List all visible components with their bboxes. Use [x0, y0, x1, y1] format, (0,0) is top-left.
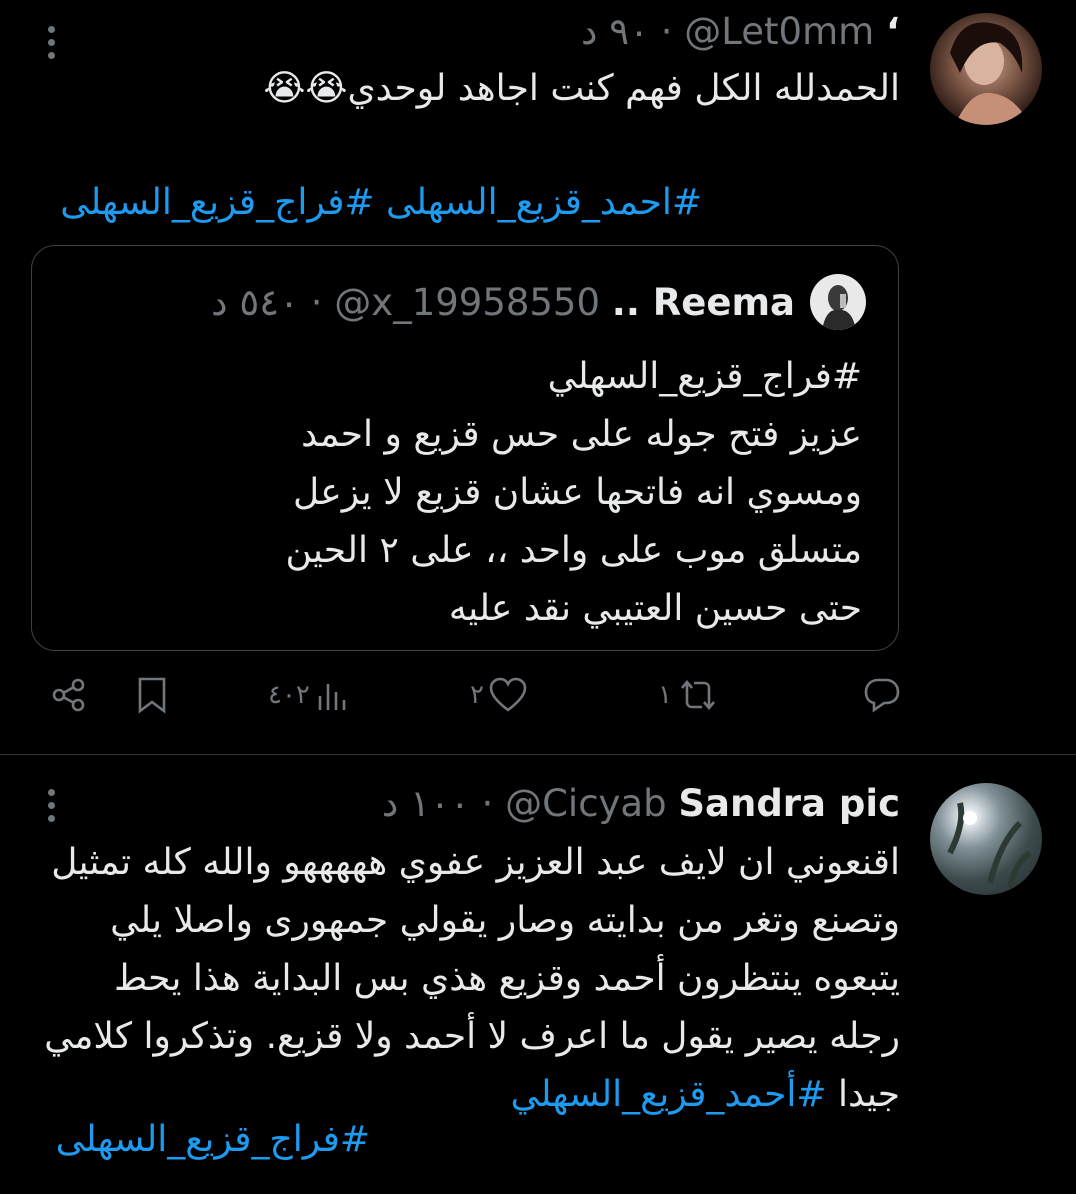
tweet-text-line: رجله يصير يقول ما اعرف لا أحمد ولا قزيع.… — [44, 1016, 900, 1057]
separator-dot: · — [481, 782, 494, 825]
separator-dot: · — [660, 10, 673, 53]
views-count: ٤٠٢ — [268, 680, 310, 710]
author-avatar[interactable] — [930, 783, 1042, 895]
author-name[interactable]: Sandra pic — [678, 782, 900, 825]
views-icon — [318, 684, 346, 710]
quoted-hashtag-link[interactable]: #فراج_قزيع_السهلي — [286, 348, 862, 406]
hashtag-link[interactable]: #فراج_قزيع_السهلى — [56, 1115, 370, 1165]
quoted-text-line: حتى حسين العتيبي نقد عليه — [448, 588, 862, 629]
quoted-tweet-time: ٥٤٠ د — [211, 281, 299, 324]
share-icon — [52, 678, 85, 712]
hashtag-links[interactable]: #احمد_قزيع_السهلى #فراج_قزيع_السهلى — [60, 178, 702, 228]
quoted-tweet-header: Reema .. @x_19958550 · ٥٤٠ د — [211, 281, 795, 325]
tweet-card[interactable]: Sandra pic @Cicyab · ١٠٠ د اقنعوني ان لا… — [0, 755, 1076, 1194]
reply-icon — [864, 678, 900, 713]
tweet-text-line: اقنعوني ان لايف عبد العزيز عفوي هههههو و… — [51, 842, 900, 883]
like-button[interactable]: ٢ — [470, 676, 528, 714]
like-icon — [489, 677, 527, 712]
avatar-photo — [822, 285, 856, 330]
hashtag-link[interactable]: #أحمد_قزيع_السهلي — [511, 1074, 827, 1115]
tweet-text: الحمدلله الكل فهم كنت اجاهد لوحدي😭😭 — [263, 68, 900, 109]
tweet-header: ‘ @Let0mm · ٩٠ د — [581, 10, 900, 54]
tweet-time[interactable]: ٩٠ د — [581, 10, 649, 53]
bookmark-button[interactable] — [134, 676, 170, 714]
reply-button[interactable] — [858, 676, 902, 714]
bookmark-icon — [138, 677, 166, 714]
tweet-text-fragment: جيدا — [826, 1074, 900, 1115]
author-avatar[interactable] — [930, 13, 1042, 125]
tweet-time[interactable]: ١٠٠ د — [382, 782, 470, 825]
author-handle[interactable]: @Cicyab — [505, 782, 667, 825]
quoted-tweet-text: #فراج_قزيع_السهلي عزيز فتح جوله على حس ق… — [286, 348, 862, 638]
author-name[interactable]: ‘ — [886, 10, 900, 53]
quoted-author-name[interactable]: Reema .. — [612, 281, 795, 324]
like-count: ٢ — [470, 680, 484, 710]
quoted-text-line: عزيز فتح جوله على حس قزيع و احمد — [301, 414, 862, 455]
tweet-action-bar: ٤٠٢ ٢ ١ — [0, 676, 1076, 736]
tweet-text: اقنعوني ان لايف عبد العزيز عفوي هههههو و… — [44, 834, 900, 1124]
more-options-icon[interactable] — [48, 26, 58, 65]
separator-dot: · — [310, 281, 323, 324]
quoted-text-line: ومسوي انه فاتحها عشان قزيع لا يزعل — [293, 472, 862, 513]
retweet-button[interactable]: ١ — [658, 676, 720, 714]
retweet-icon — [680, 679, 715, 711]
tweet-text-line: يتبعوه ينتظرون أحمد وقزيع هذي بس البداية… — [113, 958, 900, 999]
avatar-photo — [950, 22, 1030, 125]
retweet-count: ١ — [658, 680, 672, 710]
tweet-card[interactable]: ‘ @Let0mm · ٩٠ د الحمدلله الكل فهم كنت ا… — [0, 0, 1076, 755]
author-handle[interactable]: @Let0mm — [684, 10, 874, 53]
avatar-photo — [947, 802, 1032, 889]
more-options-icon[interactable] — [48, 789, 58, 828]
tweet-text-line: وتصنع وتغر من بدايته وصار يقولي جمهورى و… — [110, 900, 900, 941]
quoted-tweet[interactable]: Reema .. @x_19958550 · ٥٤٠ د #فراج_قزيع_… — [31, 245, 899, 651]
quoted-text-line: متسلق موب على واحد ،، على ٢ الحين — [285, 530, 862, 571]
views-button[interactable]: ٤٠٢ — [268, 676, 352, 714]
tweet-header: Sandra pic @Cicyab · ١٠٠ د — [382, 782, 900, 826]
quoted-author-avatar[interactable] — [810, 274, 866, 330]
quoted-author-handle[interactable]: @x_19958550 — [334, 281, 600, 324]
share-button[interactable] — [50, 676, 88, 714]
